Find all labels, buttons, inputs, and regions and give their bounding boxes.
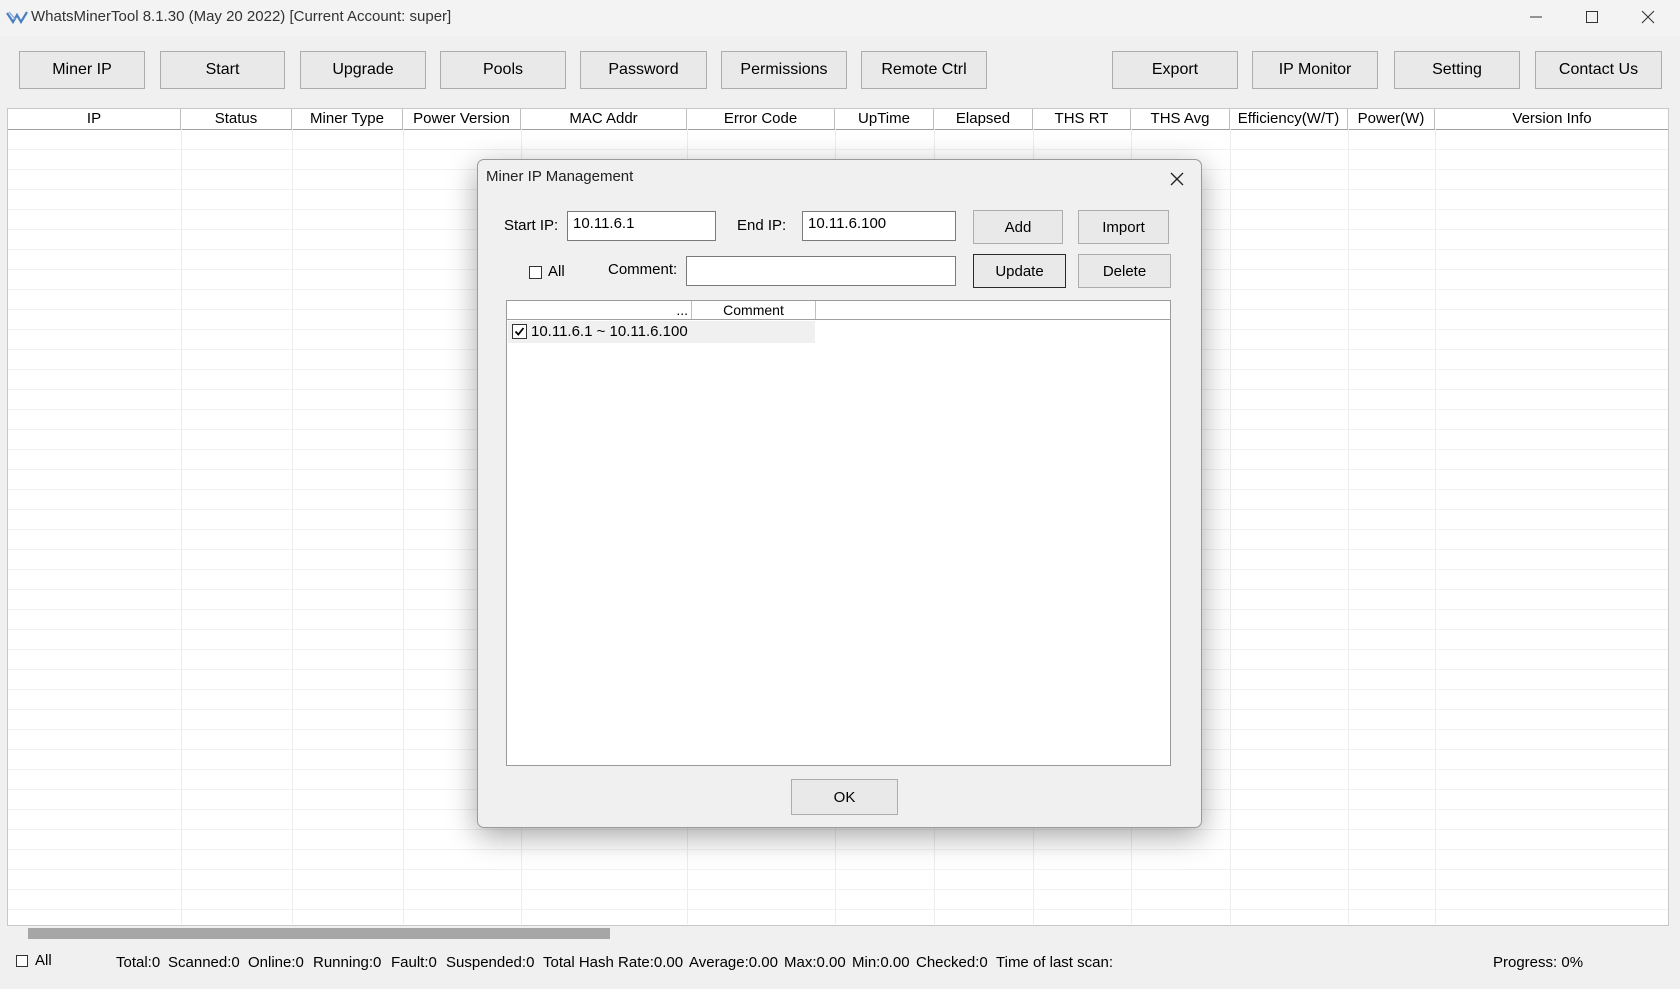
ip-range-list[interactable]: ... Comment 10.11.6.1 ~ 10.11.6.100 [506,300,1171,766]
start-ip-input[interactable] [567,211,716,241]
maximize-icon [1586,11,1598,23]
start-ip-label: Start IP: [504,217,559,234]
start-button[interactable]: Start [160,51,285,89]
password-button[interactable]: Password [580,51,707,89]
column-header-ip[interactable]: IP [8,109,181,129]
column-header-ths-avg[interactable]: THS Avg [1131,109,1230,129]
list-header: ... Comment [507,301,1170,320]
dialog-select-all-label: All [548,263,565,280]
column-header-power[interactable]: Power(W) [1348,109,1435,129]
status-min: Min:0.00 [852,954,910,971]
column-header-version-info[interactable]: Version Info [1435,109,1668,129]
minimize-icon [1530,16,1542,18]
status-total: Total:0 [116,954,161,971]
grid-row-line [8,849,1668,850]
pools-button[interactable]: Pools [440,51,566,89]
select-all-checkbox[interactable] [16,955,28,967]
app-logo-icon [6,9,28,25]
column-header-ths-rt[interactable]: THS RT [1033,109,1131,129]
update-button[interactable]: Update [973,254,1066,288]
column-header-efficiency[interactable]: Efficiency(W/T) [1230,109,1348,129]
scrollbar-thumb[interactable] [28,928,610,939]
window-title: WhatsMinerTool 8.1.30 (May 20 2022) [Cur… [31,8,452,25]
status-total-hash-rate: Total Hash Rate:0.00 [543,954,684,971]
permissions-button[interactable]: Permissions [721,51,847,89]
grid-row-line [8,829,1668,830]
grid-row-line [8,869,1668,870]
status-fault: Fault:0 [391,954,437,971]
comment-label: Comment: [608,261,678,278]
grid-header: IP Status Miner Type Power Version MAC A… [8,109,1668,130]
row-ip-range: 10.11.6.1 ~ 10.11.6.100 [531,323,688,340]
close-icon [1170,172,1184,186]
status-running: Running:0 [313,954,382,971]
column-header-uptime[interactable]: UpTime [835,109,934,129]
dialog-close-button[interactable] [1166,168,1188,190]
horizontal-scrollbar[interactable] [7,926,1669,940]
row-checkbox[interactable] [512,324,527,339]
dialog-select-all-checkbox[interactable] [529,266,542,279]
column-header-mac-addr[interactable]: MAC Addr [521,109,687,129]
column-header-elapsed[interactable]: Elapsed [934,109,1033,129]
status-last-scan: Time of last scan: [996,954,1113,971]
grid-row-line [8,889,1668,890]
column-header-status[interactable]: Status [181,109,292,129]
column-header-power-version[interactable]: Power Version [403,109,521,129]
status-checked: Checked:0 [916,954,988,971]
checkmark-icon [514,327,525,336]
import-button[interactable]: Import [1078,210,1169,244]
miner-ip-management-dialog: Miner IP Management Start IP: End IP: Ad… [477,159,1202,828]
status-bar: All Total:0 Scanned:0 Online:0 Running:0… [0,944,1680,989]
status-online: Online:0 [248,954,304,971]
ok-button[interactable]: OK [791,779,898,815]
column-header-error-code[interactable]: Error Code [687,109,835,129]
status-progress: Progress: 0% [1493,954,1584,971]
grid-row-line [8,909,1668,910]
upgrade-button[interactable]: Upgrade [300,51,426,89]
select-all-label: All [35,952,52,969]
list-column-header-range[interactable]: ... [507,301,692,319]
list-column-header-comment[interactable]: Comment [692,301,816,319]
contact-us-button[interactable]: Contact Us [1535,51,1662,89]
add-button[interactable]: Add [973,210,1063,244]
export-button[interactable]: Export [1112,51,1238,89]
end-ip-label: End IP: [737,217,787,234]
maximize-button[interactable] [1564,0,1620,34]
remote-ctrl-button[interactable]: Remote Ctrl [861,51,987,89]
miner-ip-button[interactable]: Miner IP [19,51,145,89]
close-icon [1641,10,1655,24]
status-suspended: Suspended:0 [446,954,535,971]
column-header-miner-type[interactable]: Miner Type [292,109,403,129]
grid-row-line [8,149,1668,150]
close-window-button[interactable] [1620,0,1676,34]
title-bar: WhatsMinerTool 8.1.30 (May 20 2022) [Cur… [0,0,1680,36]
minimize-button[interactable] [1508,0,1564,34]
status-average: Average:0.00 [689,954,778,971]
comment-input[interactable] [686,256,956,286]
setting-button[interactable]: Setting [1394,51,1520,89]
end-ip-input[interactable] [802,211,956,241]
dialog-title: Miner IP Management [486,168,634,185]
list-item[interactable]: 10.11.6.1 ~ 10.11.6.100 [508,321,815,343]
delete-button[interactable]: Delete [1078,254,1171,288]
status-max: Max:0.00 [784,954,846,971]
status-scanned: Scanned:0 [168,954,240,971]
ip-monitor-button[interactable]: IP Monitor [1252,51,1378,89]
